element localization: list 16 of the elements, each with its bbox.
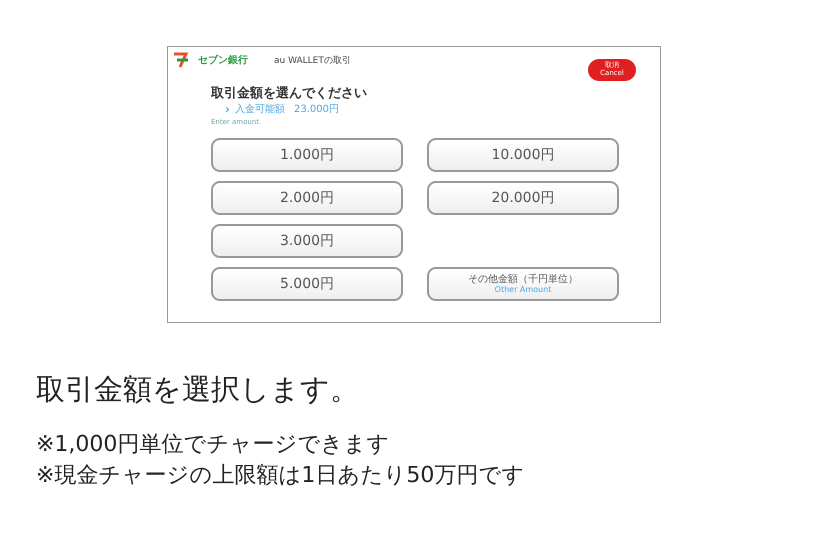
bank-name: セブン銀行 [198,54,248,67]
caption: 取引金額を選択します。 [36,371,359,408]
transaction-title: au WALLETの取引 [274,54,351,66]
available-amount: 23.000円 [294,103,339,116]
amount-button[interactable]: 5.000円 [211,267,403,301]
note-text: ※1,000円単位でチャージできます [36,431,390,459]
amount-button[interactable]: 1.000円 [211,138,403,172]
amount-button[interactable]: 2.000円 [211,181,403,215]
amount-button[interactable]: 3.000円 [211,224,403,258]
screen-heading: 取引金額を選んでください [211,84,368,102]
note-text: ※現金チャージの上限額は1日あたり50万円です [36,462,524,490]
other-amount-button[interactable]: その他金額（千円単位） Other Amount [427,267,619,301]
available-label: 入金可能額 [234,102,285,116]
amount-button[interactable]: 10.000円 [427,138,619,172]
arrow-icon: › [225,102,230,116]
amount-button[interactable]: 20.000円 [427,181,619,215]
